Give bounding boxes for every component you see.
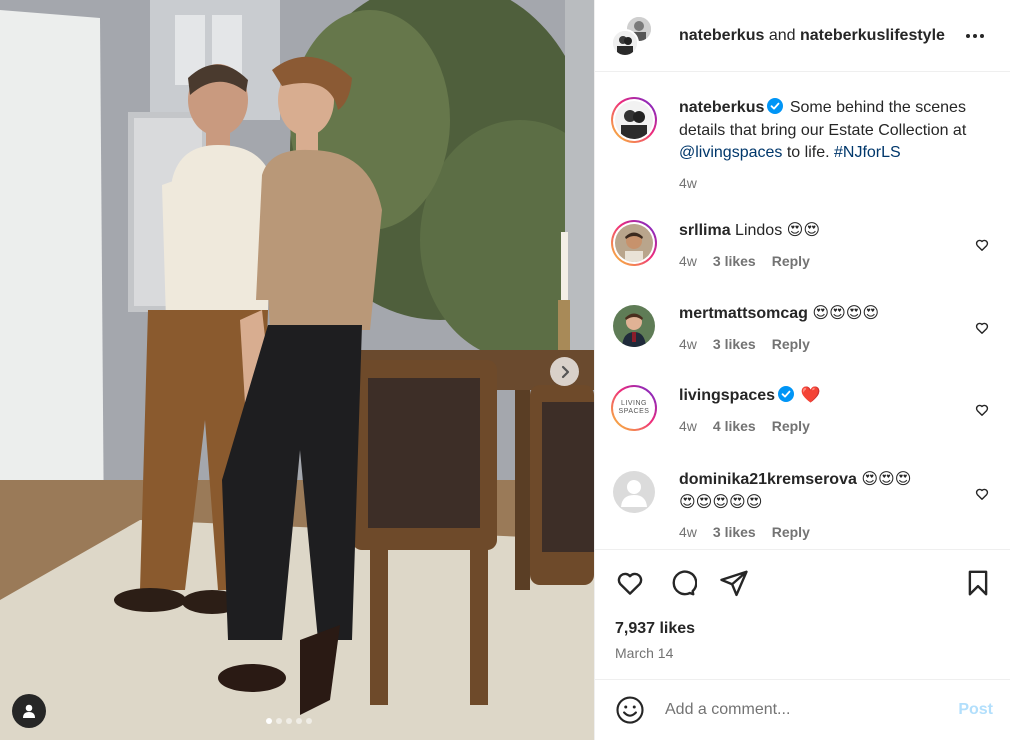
comment-meta: 4w 4 likes Reply: [679, 415, 989, 438]
comment-time[interactable]: 4w: [679, 333, 697, 356]
avatar: [611, 28, 639, 57]
save-button[interactable]: [963, 568, 993, 603]
comment-body: ❤️: [800, 387, 821, 404]
comment-body: 😍😍😍😍: [812, 305, 880, 322]
comment-text: mertmattsomcag 😍😍😍😍 4w 3 likes Reply: [679, 303, 989, 355]
heart-icon[interactable]: [975, 238, 989, 252]
caption-text: nateberkus Some behind the scenes detail…: [679, 97, 989, 194]
avatar: [615, 101, 653, 139]
heart-icon[interactable]: [975, 321, 989, 335]
comment-body: Lindos 😍😍: [735, 222, 820, 239]
collab-avatars[interactable]: [611, 14, 653, 57]
carousel-indicator: [266, 718, 312, 724]
reply-button[interactable]: Reply: [772, 250, 810, 273]
photo-scene: [0, 0, 594, 740]
comment-text: srllima Lindos 😍😍 4w 3 likes Reply: [679, 220, 989, 272]
avatar: LIVING SPACES: [615, 389, 653, 427]
bookmark-icon: [968, 570, 988, 596]
avatar-logo-text: SPACES: [618, 408, 650, 415]
comment-username[interactable]: livingspaces: [679, 387, 775, 404]
comment-time[interactable]: 4w: [679, 521, 697, 544]
comment-username[interactable]: srllima: [679, 222, 731, 239]
post-owners[interactable]: nateberkus and nateberkuslifestyle: [679, 27, 951, 45]
user-tag-icon: [23, 704, 35, 718]
comment-input[interactable]: [665, 701, 959, 719]
carousel-dot: [276, 718, 282, 724]
add-comment-bar: Post: [595, 679, 1010, 740]
comment-likes[interactable]: 3 likes: [713, 521, 756, 544]
likes-count[interactable]: 7,937 likes: [615, 620, 695, 638]
comment-meta: 4w 3 likes Reply: [679, 250, 989, 273]
comment-time[interactable]: 4w: [679, 415, 697, 438]
more-options-button[interactable]: [964, 26, 986, 46]
reply-button[interactable]: Reply: [772, 333, 810, 356]
caption-hashtag-link[interactable]: #NJforLS: [834, 144, 901, 161]
owner-conjunction: and: [764, 26, 800, 44]
share-button[interactable]: [719, 568, 749, 603]
heart-icon: [617, 572, 643, 595]
post-actions: 7,937 likes March 14: [595, 549, 1010, 679]
comment-username[interactable]: mertmattsomcag: [679, 305, 808, 322]
comment-button[interactable]: [667, 568, 698, 603]
verified-badge-icon: [767, 98, 784, 114]
avatar-logo-text: LIVING: [621, 400, 647, 407]
paper-plane-icon: [720, 570, 748, 597]
comment-time[interactable]: 4w: [679, 250, 697, 273]
post-comment-button[interactable]: Post: [958, 701, 993, 719]
post-photo[interactable]: [0, 0, 594, 740]
comment-username[interactable]: dominika21kremserova: [679, 471, 857, 488]
post-header: nateberkus and nateberkuslifestyle: [595, 0, 1010, 72]
owner-username[interactable]: nateberkus: [679, 27, 764, 44]
heart-icon[interactable]: [975, 403, 989, 417]
verified-badge-icon: [778, 386, 795, 402]
caption-time[interactable]: 4w: [679, 172, 697, 195]
ellipsis-icon: [966, 34, 984, 38]
action-bar: [615, 568, 749, 603]
avatar: [615, 224, 653, 262]
tagged-users-button[interactable]: [12, 694, 46, 728]
caption-mention-link[interactable]: @livingspaces: [679, 144, 782, 161]
carousel-dot: [306, 718, 312, 724]
smiley-icon: [616, 696, 644, 724]
carousel-dot: [286, 718, 292, 724]
comment-likes[interactable]: 3 likes: [713, 333, 756, 356]
collaborator-username[interactable]: nateberkuslifestyle: [800, 27, 945, 44]
story-ring[interactable]: LIVING SPACES: [611, 385, 657, 431]
avatar[interactable]: [613, 471, 655, 513]
like-button[interactable]: [615, 568, 645, 603]
caption-username[interactable]: nateberkus: [679, 99, 764, 116]
carousel-dot-active: [266, 718, 272, 724]
post-detail-panel: nateberkus and nateberkuslifestyle nateb…: [594, 0, 1010, 740]
reply-button[interactable]: Reply: [772, 521, 810, 544]
comments-list[interactable]: nateberkus Some behind the scenes detail…: [595, 73, 1010, 549]
comment-body-continued: 😍😍😍😍😍: [679, 493, 763, 511]
chevron-right-icon: [561, 365, 569, 378]
emoji-button[interactable]: [615, 695, 645, 725]
comment-text: dominika21kremserova 😍😍😍 😍😍😍😍😍 4w 3 like…: [679, 469, 989, 544]
comment-body: 😍😍😍: [861, 471, 912, 488]
avatar[interactable]: [613, 305, 655, 347]
post-date[interactable]: March 14: [615, 645, 673, 661]
next-photo-button[interactable]: [550, 357, 579, 386]
comment-meta: 4w 3 likes Reply: [679, 521, 989, 544]
carousel-dot: [296, 718, 302, 724]
caption-meta: 4w: [679, 172, 989, 195]
story-ring[interactable]: [611, 220, 657, 266]
reply-button[interactable]: Reply: [772, 415, 810, 438]
comment-meta: 4w 3 likes Reply: [679, 333, 989, 356]
story-ring[interactable]: [611, 97, 657, 143]
comment-likes[interactable]: 4 likes: [713, 415, 756, 438]
caption-body-end: to life.: [782, 144, 834, 161]
comment-text: livingspaces ❤️ 4w 4 likes Reply: [679, 385, 989, 437]
heart-icon[interactable]: [975, 487, 989, 501]
comment-likes[interactable]: 3 likes: [713, 250, 756, 273]
comment-bubble-icon: [672, 570, 698, 596]
